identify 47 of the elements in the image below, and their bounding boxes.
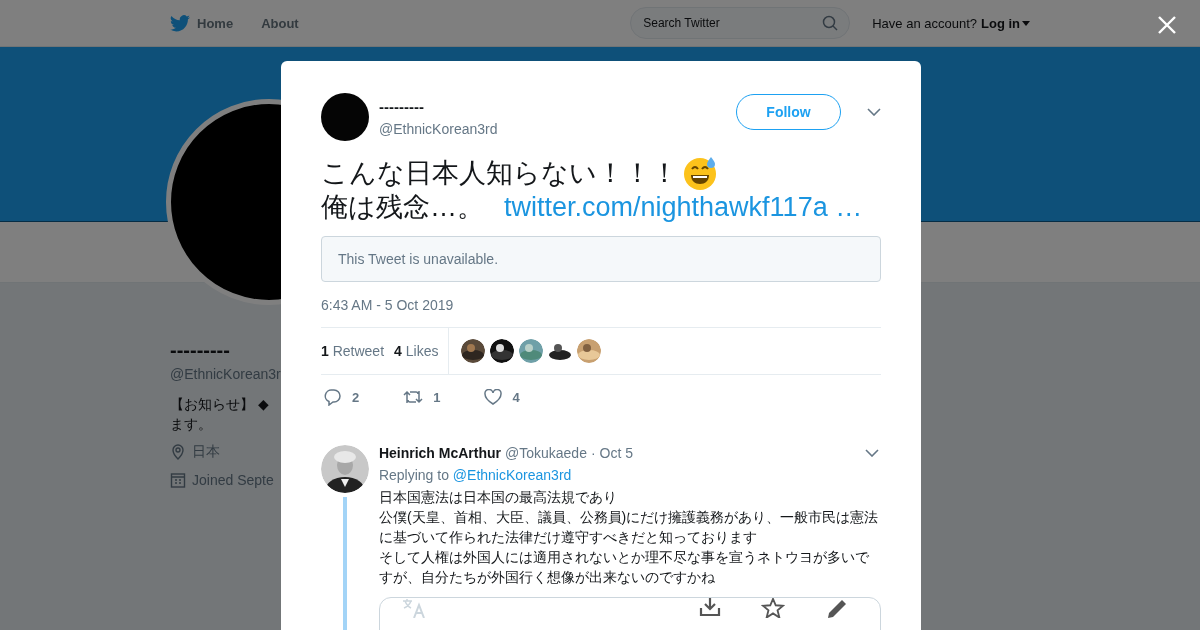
- replying-to-label: Replying to: [378, 467, 449, 483]
- joined-text: Joined Septe: [192, 472, 274, 488]
- retweet-action[interactable]: 1: [403, 389, 441, 405]
- tweet-link[interactable]: twitter.com/nighthawkf117a …: [504, 191, 863, 224]
- author-handle: @EthnicKorean3rd: [379, 120, 499, 137]
- follow-button[interactable]: Follow: [736, 94, 841, 130]
- close-icon[interactable]: [1157, 15, 1177, 35]
- reply-date[interactable]: · Oct 5: [590, 445, 633, 461]
- author-avatar: [321, 93, 369, 141]
- tweet-text: 俺は残念…。: [321, 191, 484, 224]
- account-prompt: Have an account?: [872, 15, 977, 31]
- profile-handle: @EthnicKorean3r: [170, 366, 281, 382]
- reply-action[interactable]: 2: [324, 388, 360, 406]
- mention-link[interactable]: @EthnicKorean3rd: [452, 467, 572, 483]
- star-icon[interactable]: [761, 598, 786, 618]
- like-action[interactable]: 4: [484, 389, 520, 405]
- profile-name: ---------: [170, 339, 230, 362]
- reply-author-handle: @Tokukaede: [505, 445, 587, 461]
- bird-icon: [170, 14, 190, 32]
- tweet-text: こんな日本人知らない！！！: [321, 156, 678, 190]
- calendar-icon: [170, 472, 186, 488]
- chevron-down-icon[interactable]: [867, 108, 881, 116]
- unavailable-text: This Tweet is unavailable.: [338, 251, 499, 267]
- reply-text: そして人権は外国人には適用されないとか理不尽な事を宣うネトウヨが多いですが、自分たちが外国行く想像が出来ないのですかね: [378, 548, 870, 587]
- location-icon: [170, 444, 186, 460]
- retweet-icon: [403, 389, 424, 405]
- nav-link[interactable]: About: [261, 15, 299, 31]
- stat-link[interactable]: 4 Likes: [394, 343, 439, 359]
- reply-icon: [324, 388, 342, 406]
- reply-text: 公僕(天皇、首相、大臣、議員、公務員)にだけ擁護義務があり、一般市民は憲法に基づいて作られた法律だけ遵守すべきだと知っております: [378, 508, 880, 547]
- caret-icon: [1022, 20, 1030, 26]
- login-link[interactable]: Log in: [981, 15, 1030, 31]
- bio-text: 【お知らせ】 ◆: [170, 395, 269, 414]
- bio-text: ます。: [170, 415, 212, 434]
- location-text: 日本: [192, 443, 220, 461]
- tweet-timestamp: 6:43 AM - 5 Oct 2019: [321, 297, 455, 313]
- search-icon: [822, 15, 839, 31]
- chevron-down-icon[interactable]: [865, 449, 879, 457]
- reply-author-name[interactable]: Heinrich McArthur: [378, 445, 501, 461]
- emoji-icon: [682, 155, 718, 191]
- stat-link[interactable]: 1 Retweet: [321, 343, 385, 359]
- heart-icon: [484, 389, 503, 405]
- home-link[interactable]: Home: [170, 14, 234, 32]
- reply-text: 日本国憲法は日本国の最高法規であり: [378, 488, 618, 507]
- download-icon[interactable]: [698, 598, 721, 616]
- author-name: ---------: [379, 97, 425, 115]
- search-field[interactable]: Search Twitter: [630, 7, 851, 39]
